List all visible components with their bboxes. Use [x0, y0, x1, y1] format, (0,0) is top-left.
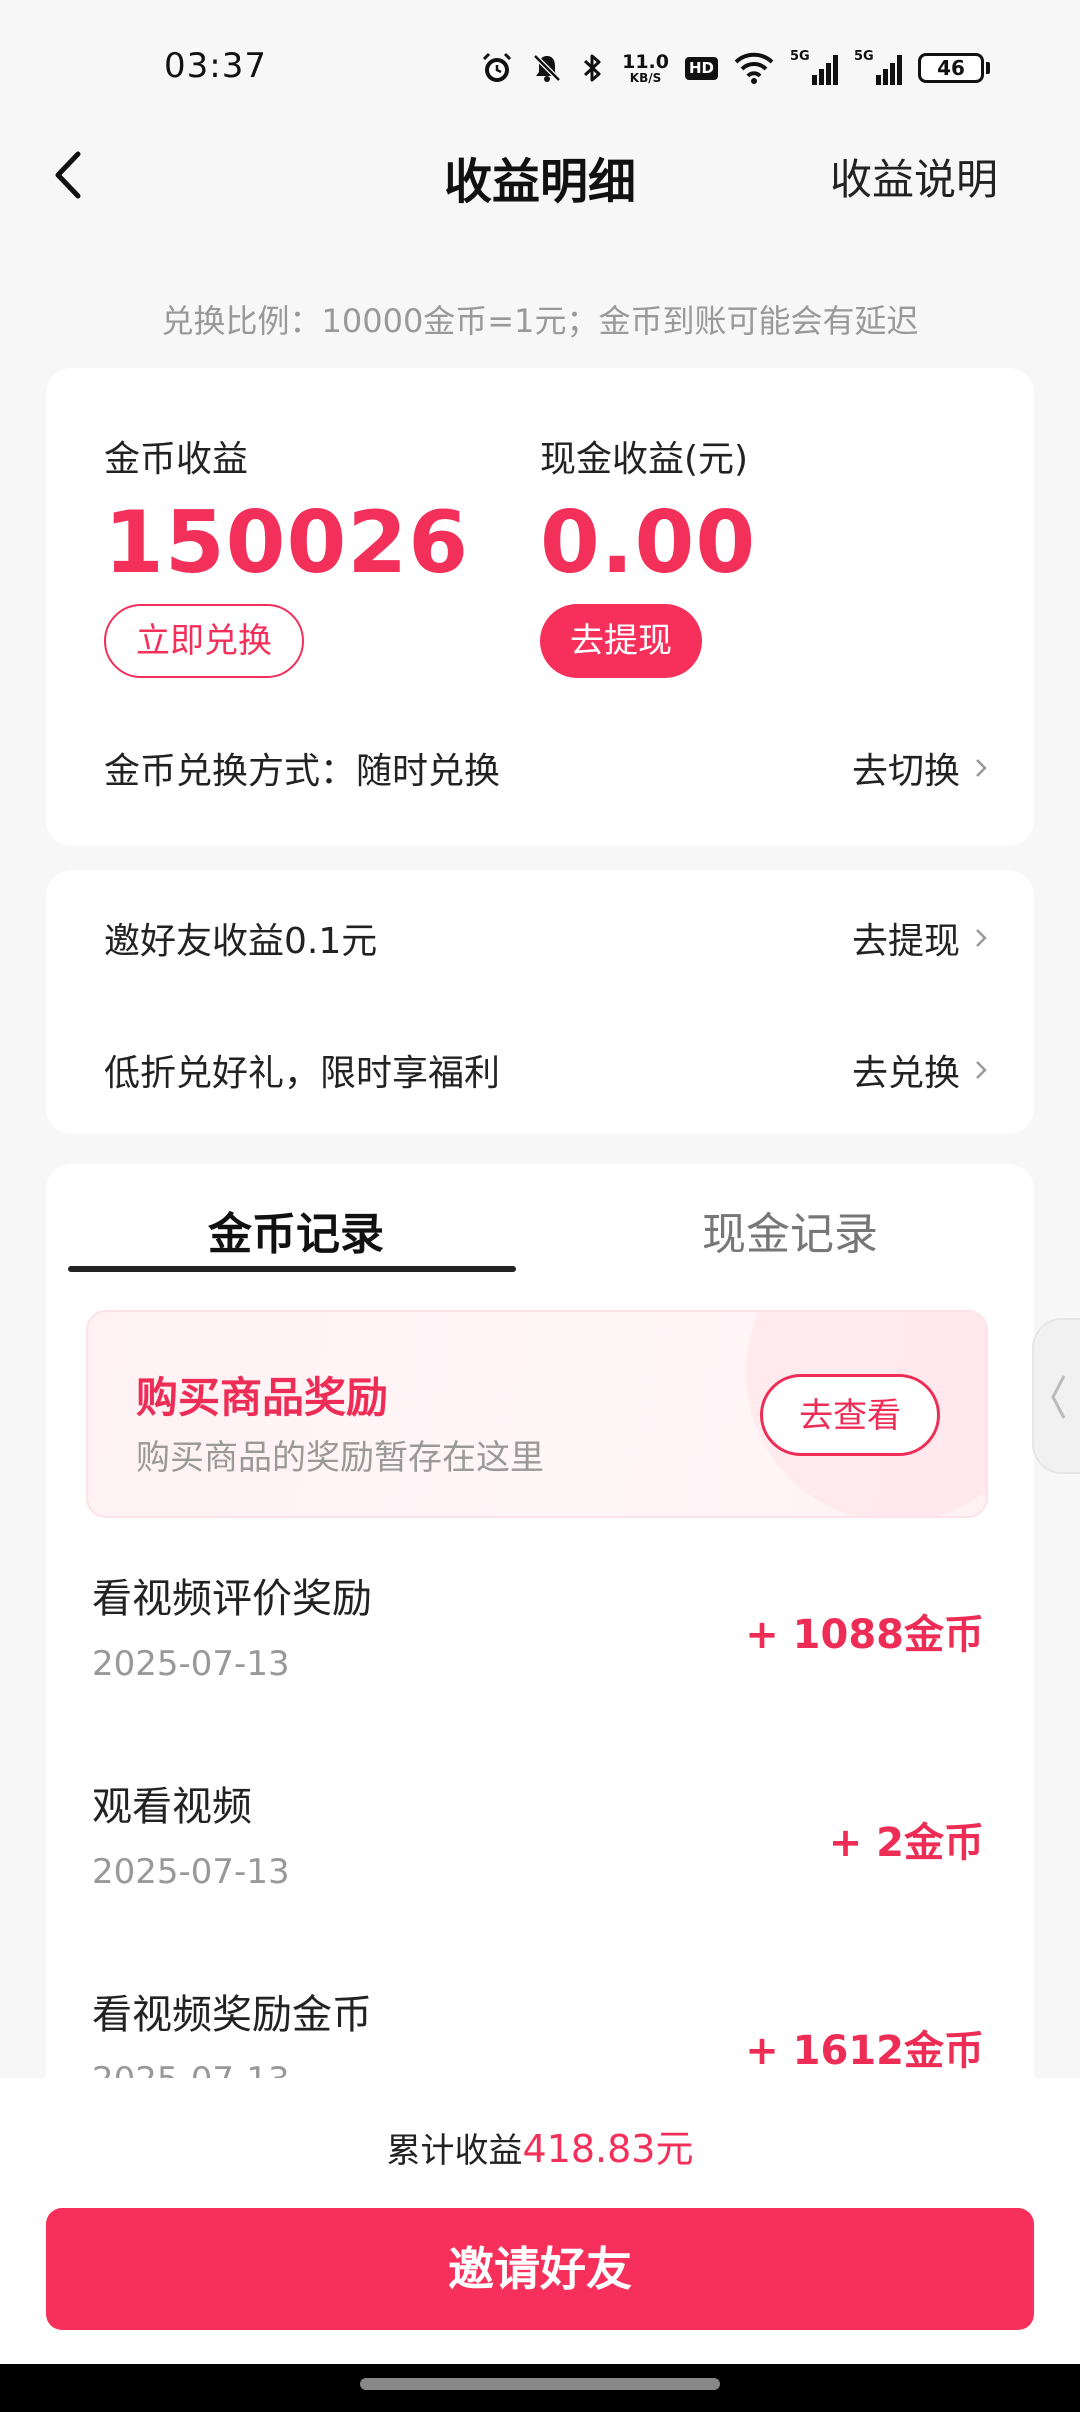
- invite-friends-button[interactable]: 邀请好友: [46, 2208, 1034, 2330]
- cash-earnings: 现金收益(元) 0.00 去提现: [540, 430, 756, 678]
- exchange-ratio-note: 兑换比例：10000金币=1元；金币到账可能会有延迟: [161, 302, 919, 340]
- status-icons: 11.0 KB/S HD 5G 5G 46: [480, 48, 990, 88]
- signal-sim2: 5G: [854, 49, 902, 85]
- promo-invite-action[interactable]: 去提现: [852, 912, 988, 964]
- chevron-left-icon: [1051, 1375, 1066, 1419]
- view-reward-button[interactable]: 去查看: [760, 1374, 940, 1456]
- coin-earnings: 金币收益 150026 立即兑换: [104, 430, 469, 678]
- promo-discount-action-label: 去兑换: [851, 1053, 960, 1094]
- purchase-reward-banner[interactable]: 购买商品奖励 购买商品的奖励暂存在这里 去查看: [86, 1310, 988, 1518]
- reward-title: 购买商品奖励: [136, 1373, 389, 1422]
- total-earnings-value: 418.83元: [522, 2127, 694, 2171]
- cash-earnings-value: 0.00: [540, 493, 757, 593]
- exchange-method-label: 金币兑换方式：随时兑换: [104, 751, 501, 792]
- status-bar: 03:37 11.0 KB/S HD 5G 5G 46: [0, 0, 1080, 140]
- record-tabs: 金币记录 现金记录: [46, 1164, 1034, 1276]
- record-amount: + 1612金币: [745, 2028, 984, 2074]
- income-detail-page: 03:37 11.0 KB/S HD 5G 5G 46 收益明细 收益说明 兑换…: [0, 0, 1080, 2412]
- income-explanation-link[interactable]: 收益说明: [830, 146, 998, 207]
- status-time: 03:37: [164, 46, 267, 86]
- promo-row-invite[interactable]: 邀好友收益0.1元 去提现: [104, 912, 988, 964]
- chevron-right-icon: [976, 1061, 987, 1079]
- mute-icon: [533, 54, 561, 82]
- chevron-right-icon: [976, 759, 987, 777]
- bottom-bar: 累计收益418.83元 邀请好友: [0, 2078, 1080, 2364]
- cash-earnings-label: 现金收益(元): [540, 439, 749, 480]
- total-earnings: 累计收益418.83元: [0, 2118, 1080, 2173]
- signal-sim1: 5G: [790, 49, 838, 85]
- battery-level: 46: [918, 53, 984, 83]
- sim2-label: 5G: [854, 49, 874, 64]
- switch-method-label: 去切换: [851, 751, 960, 792]
- exchange-method-row[interactable]: 金币兑换方式：随时兑换 去切换: [104, 742, 988, 794]
- tab-cash-records[interactable]: 现金记录: [702, 1198, 878, 1262]
- bluetooth-icon: [584, 54, 601, 82]
- promo-invite-action-label: 去提现: [851, 921, 960, 962]
- promo-invite-label: 邀好友收益0.1元: [104, 921, 378, 962]
- net-speed: 11.0 KB/S: [622, 50, 669, 85]
- total-earnings-label: 累计收益: [386, 2131, 523, 2171]
- promo-card: 邀好友收益0.1元 去提现 低折兑好礼，限时享福利 去兑换: [46, 870, 1034, 1134]
- switch-method-action[interactable]: 去切换: [852, 742, 988, 794]
- side-drawer-handle[interactable]: [1032, 1318, 1080, 1474]
- tab-coin-records[interactable]: 金币记录: [208, 1198, 384, 1262]
- withdraw-button[interactable]: 去提现: [540, 604, 702, 678]
- coin-earnings-label: 金币收益: [104, 439, 249, 480]
- promo-row-discount[interactable]: 低折兑好礼，限时享福利 去兑换: [104, 1044, 988, 1096]
- wifi-icon: [734, 52, 774, 84]
- alarm-icon: [483, 52, 512, 82]
- sim1-label: 5G: [790, 49, 810, 64]
- exchange-now-button[interactable]: 立即兑换: [104, 604, 304, 678]
- record-amount: + 1088金币: [745, 1612, 984, 1658]
- list-item: 观看视频 2025-07-13 + 2金币: [92, 1774, 984, 1892]
- home-indicator[interactable]: [360, 2378, 720, 2390]
- net-speed-value: 11.0: [622, 50, 669, 73]
- coin-earnings-value: 150026: [104, 493, 470, 593]
- reward-subtitle: 购买商品的奖励暂存在这里: [136, 1438, 544, 1478]
- hd-badge: HD: [684, 56, 718, 80]
- promo-discount-label: 低折兑好礼，限时享福利: [104, 1053, 501, 1094]
- promo-discount-action[interactable]: 去兑换: [852, 1044, 988, 1096]
- earnings-card: 金币收益 150026 立即兑换 现金收益(元) 0.00 去提现 金币兑换方式…: [46, 368, 1034, 846]
- gesture-bar: [0, 2364, 1080, 2412]
- record-amount: + 2金币: [828, 1820, 984, 1866]
- active-tab-indicator: [68, 1266, 516, 1272]
- chevron-right-icon: [976, 929, 987, 947]
- net-speed-unit: KB/S: [629, 70, 662, 85]
- list-item: 看视频评价奖励 2025-07-13 + 1088金币: [92, 1566, 984, 1684]
- battery-indicator: 46: [918, 53, 990, 83]
